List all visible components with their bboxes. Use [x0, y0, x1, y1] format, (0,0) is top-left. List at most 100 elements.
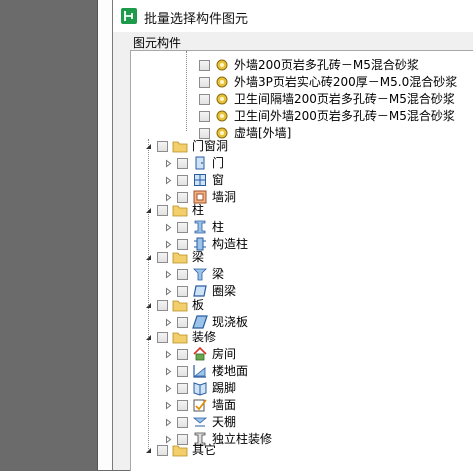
- tree-category-label: 梁: [192, 250, 205, 264]
- component-tree[interactable]: 外墙200页岩多孔砖－M5混合砂浆 外墙3P页岩实心砖200厚－M5.0混合砂浆…: [130, 50, 473, 471]
- expand-arrow-icon[interactable]: [164, 384, 173, 393]
- collapse-arrow-icon[interactable]: [144, 333, 153, 342]
- wall-surface-icon: [192, 397, 208, 413]
- checkbox[interactable]: [157, 445, 168, 456]
- expand-arrow-icon[interactable]: [164, 176, 173, 185]
- checkbox[interactable]: [157, 205, 168, 216]
- tree-item[interactable]: 卫生间外墙200页岩多孔砖－M5混合砂浆: [199, 108, 469, 125]
- expand-arrow-icon[interactable]: [164, 350, 173, 359]
- cast-slab-icon: [192, 314, 208, 330]
- ceiling-icon: [192, 414, 208, 430]
- door-icon: [192, 155, 208, 171]
- folder-icon: [172, 202, 188, 218]
- tree-category-label: 柱: [192, 203, 205, 217]
- tree-item-label: 窗: [212, 173, 225, 187]
- tree-item[interactable]: 天棚: [164, 414, 464, 431]
- folder-icon: [172, 249, 188, 265]
- tree-item[interactable]: 梁: [164, 266, 464, 283]
- tree-item-label: 门: [212, 156, 225, 170]
- folder-icon: [172, 329, 188, 345]
- expand-arrow-icon[interactable]: [164, 223, 173, 232]
- component-gear-icon: [214, 74, 230, 90]
- title-bar[interactable]: 批量选择构件图元: [113, 0, 473, 32]
- checkbox[interactable]: [199, 77, 210, 88]
- checkbox[interactable]: [177, 349, 188, 360]
- collapse-arrow-icon[interactable]: [144, 142, 153, 151]
- beam-icon: [192, 266, 208, 282]
- dialog-title: 批量选择构件图元: [144, 12, 249, 27]
- window-icon: [192, 172, 208, 188]
- tree-item-label: 外墙200页岩多孔砖－M5混合砂浆: [234, 58, 419, 72]
- tree-line: [186, 51, 187, 131]
- collapse-arrow-icon[interactable]: [144, 446, 153, 455]
- tree-item[interactable]: 外墙3P页岩实心砖200厚－M5.0混合砂浆: [199, 74, 469, 91]
- checkbox[interactable]: [177, 269, 188, 280]
- checkbox[interactable]: [157, 252, 168, 263]
- checkbox[interactable]: [177, 383, 188, 394]
- tree-category-label: 板: [192, 298, 205, 312]
- column-icon: [192, 219, 208, 235]
- tree-line: [148, 139, 149, 449]
- tree-item[interactable]: 墙面: [164, 397, 464, 414]
- expand-arrow-icon[interactable]: [164, 270, 173, 279]
- expand-arrow-icon[interactable]: [164, 418, 173, 427]
- folder-icon: [172, 297, 188, 313]
- tree-category-column[interactable]: 柱: [144, 202, 464, 219]
- tree-item-label: 梁: [212, 267, 225, 281]
- tree-item[interactable]: 窗: [164, 172, 464, 189]
- tree-category-label: 其它: [192, 443, 217, 457]
- tree-category-slab[interactable]: 板: [144, 297, 464, 314]
- checkbox[interactable]: [199, 94, 210, 105]
- tree-item-label: 踢脚: [212, 381, 237, 395]
- expand-arrow-icon[interactable]: [164, 240, 173, 249]
- tree-category-decoration[interactable]: 装修: [144, 329, 464, 346]
- tree-item[interactable]: 房间: [164, 346, 464, 363]
- tree-item-label: 房间: [212, 347, 237, 361]
- component-gear-icon: [214, 108, 230, 124]
- tree-item[interactable]: 楼地面: [164, 363, 464, 380]
- collapse-arrow-icon[interactable]: [144, 301, 153, 310]
- checkbox[interactable]: [177, 366, 188, 377]
- checkbox[interactable]: [177, 317, 188, 328]
- expand-arrow-icon[interactable]: [164, 159, 173, 168]
- component-gear-icon: [214, 57, 230, 73]
- tree-item[interactable]: 卫生间隔墙200页岩多孔砖－M5混合砂浆: [199, 91, 469, 108]
- floor-icon: [192, 363, 208, 379]
- tree-category-door-window[interactable]: 门窗洞: [144, 138, 464, 155]
- tree-category-label: 装修: [192, 330, 217, 344]
- expand-arrow-icon[interactable]: [164, 287, 173, 296]
- checkbox[interactable]: [177, 222, 188, 233]
- collapse-arrow-icon[interactable]: [144, 253, 153, 262]
- checkbox[interactable]: [177, 158, 188, 169]
- checkbox[interactable]: [177, 286, 188, 297]
- batch-select-dialog: 批量选择构件图元 图元构件 外墙200页岩多孔砖－M5混合砂浆 外墙3P页岩实心…: [112, 0, 473, 471]
- expand-arrow-icon[interactable]: [164, 367, 173, 376]
- checkbox[interactable]: [157, 332, 168, 343]
- checkbox[interactable]: [177, 400, 188, 411]
- tree-item-label: 卫生间隔墙200页岩多孔砖－M5混合砂浆: [234, 92, 455, 106]
- tree-item[interactable]: 门: [164, 155, 464, 172]
- tree-item[interactable]: 外墙200页岩多孔砖－M5混合砂浆: [199, 57, 469, 74]
- checkbox[interactable]: [157, 300, 168, 311]
- app-icon: [121, 8, 137, 24]
- component-gear-icon: [214, 91, 230, 107]
- tree-category-beam[interactable]: 梁: [144, 249, 464, 266]
- tree-item[interactable]: 踢脚: [164, 380, 464, 397]
- expand-arrow-icon[interactable]: [164, 318, 173, 327]
- tree-category-label: 门窗洞: [192, 139, 229, 153]
- checkbox[interactable]: [199, 60, 210, 71]
- folder-icon: [172, 138, 188, 154]
- collapse-arrow-icon[interactable]: [144, 206, 153, 215]
- tree-item-label: 楼地面: [212, 364, 249, 378]
- tree-item-label: 柱: [212, 220, 225, 234]
- checkbox[interactable]: [199, 111, 210, 122]
- checkbox[interactable]: [177, 417, 188, 428]
- skirting-icon: [192, 380, 208, 396]
- tree-category-other[interactable]: 其它: [144, 442, 464, 459]
- checkbox[interactable]: [177, 175, 188, 186]
- expand-arrow-icon[interactable]: [164, 193, 173, 202]
- tree-item[interactable]: 柱: [164, 219, 464, 236]
- expand-arrow-icon[interactable]: [164, 401, 173, 410]
- checkbox[interactable]: [157, 141, 168, 152]
- folder-icon: [172, 442, 188, 458]
